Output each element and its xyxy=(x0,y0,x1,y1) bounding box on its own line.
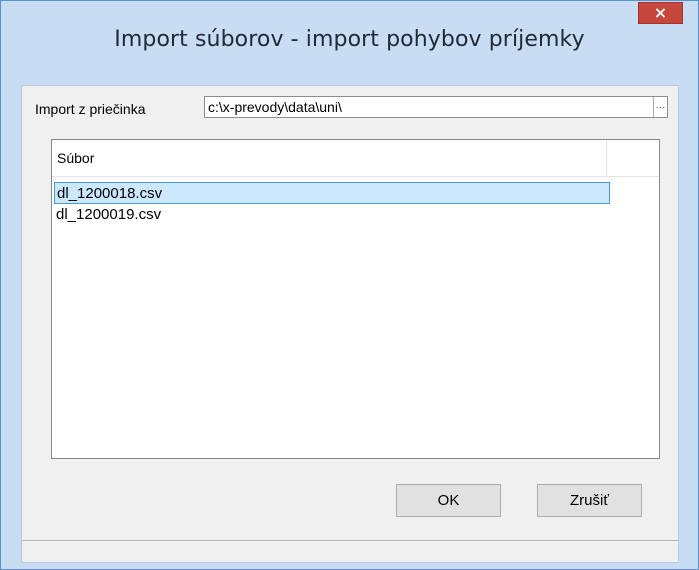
status-bar xyxy=(22,540,678,562)
import-dialog-window: Import súborov - import pohybov príjemky… xyxy=(0,0,699,570)
column-header-file[interactable]: Súbor xyxy=(52,140,607,176)
column-header-file-label: Súbor xyxy=(57,150,95,166)
dialog-client-area: Import z priečinka c:\x-prevody\data\uni… xyxy=(21,85,679,563)
close-icon: × xyxy=(653,3,668,22)
import-folder-value: c:\x-prevody\data\uni\ xyxy=(208,99,342,115)
cancel-button[interactable]: Zrušiť xyxy=(537,484,642,517)
file-list-item[interactable]: dl_1200018.csv xyxy=(54,182,610,204)
file-name: dl_1200019.csv xyxy=(56,206,162,223)
list-header: Súbor xyxy=(52,140,659,177)
import-folder-field[interactable]: c:\x-prevody\data\uni\ ··· xyxy=(204,96,668,118)
ok-button[interactable]: OK xyxy=(396,484,501,517)
title-bar[interactable]: Import súborov - import pohybov príjemky… xyxy=(1,1,698,85)
dialog-title: Import súborov - import pohybov príjemky xyxy=(114,27,585,52)
browse-folder-button[interactable]: ··· xyxy=(653,97,667,117)
file-list-item[interactable]: dl_1200019.csv xyxy=(54,204,610,226)
file-name: dl_1200018.csv xyxy=(57,185,163,202)
close-button[interactable]: × xyxy=(638,2,683,24)
import-folder-label: Import z priečinka xyxy=(35,101,146,117)
file-list[interactable]: Súbor dl_1200018.csv dl_1200019.csv xyxy=(51,139,660,459)
